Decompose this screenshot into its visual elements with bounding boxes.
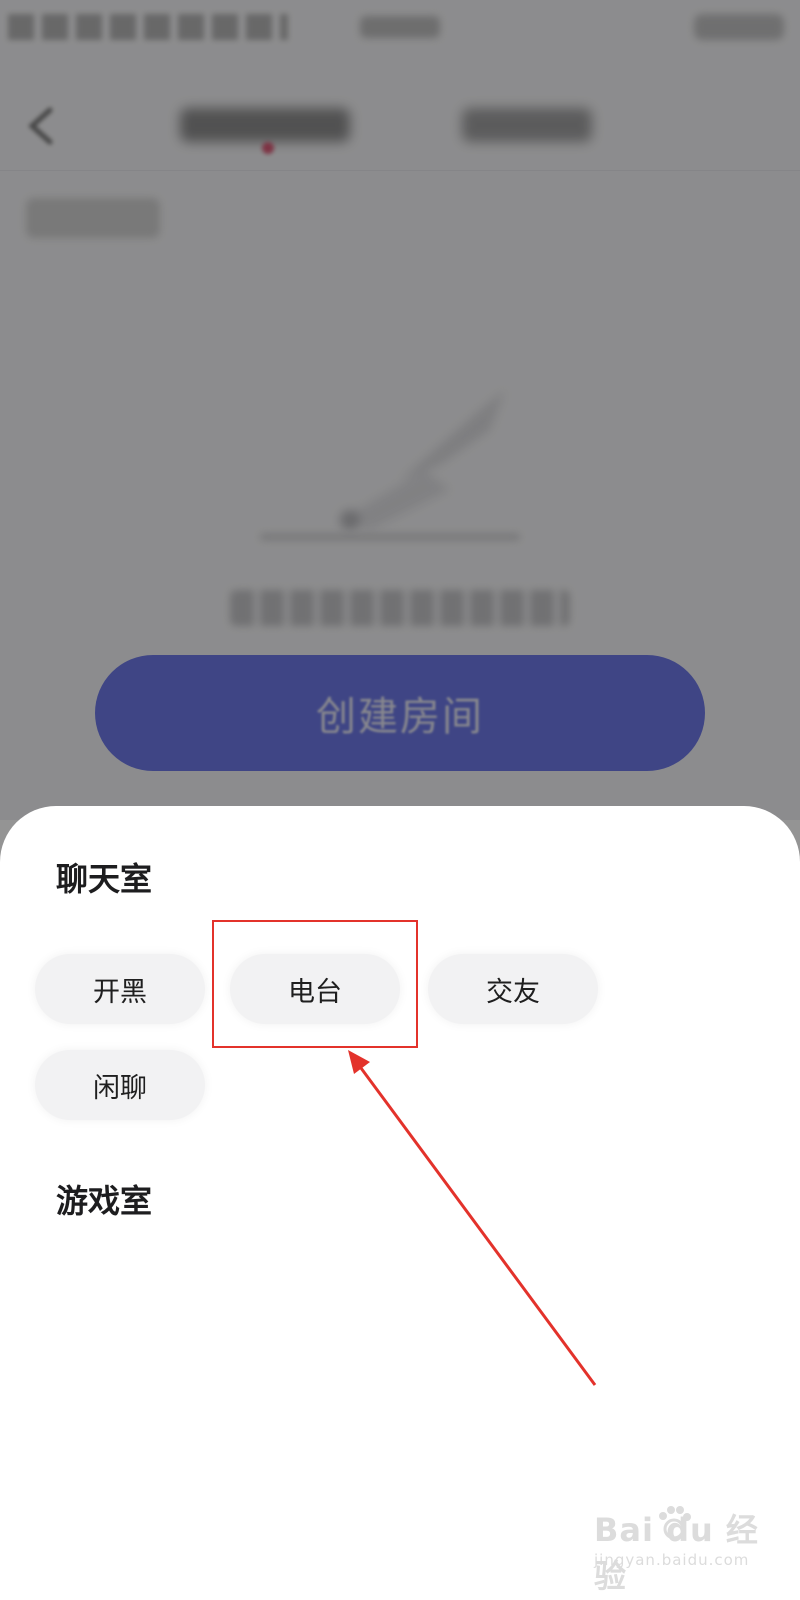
- baidu-jingyan-watermark: Bai du 经验 jingyan.baidu.com: [594, 1505, 764, 1595]
- annotation-arrow-icon: [348, 1050, 597, 1386]
- game-room-section-title: 游戏室: [56, 1182, 153, 1220]
- chat-room-section-title: 聊天室: [56, 860, 153, 898]
- highlight-box: [212, 920, 418, 1048]
- option-xianliao[interactable]: 闲聊: [35, 1050, 205, 1120]
- option-jiaoyou[interactable]: 交友: [428, 954, 598, 1024]
- option-kaihei[interactable]: 开黑: [35, 954, 205, 1024]
- watermark-url: jingyan.baidu.com: [594, 1551, 750, 1569]
